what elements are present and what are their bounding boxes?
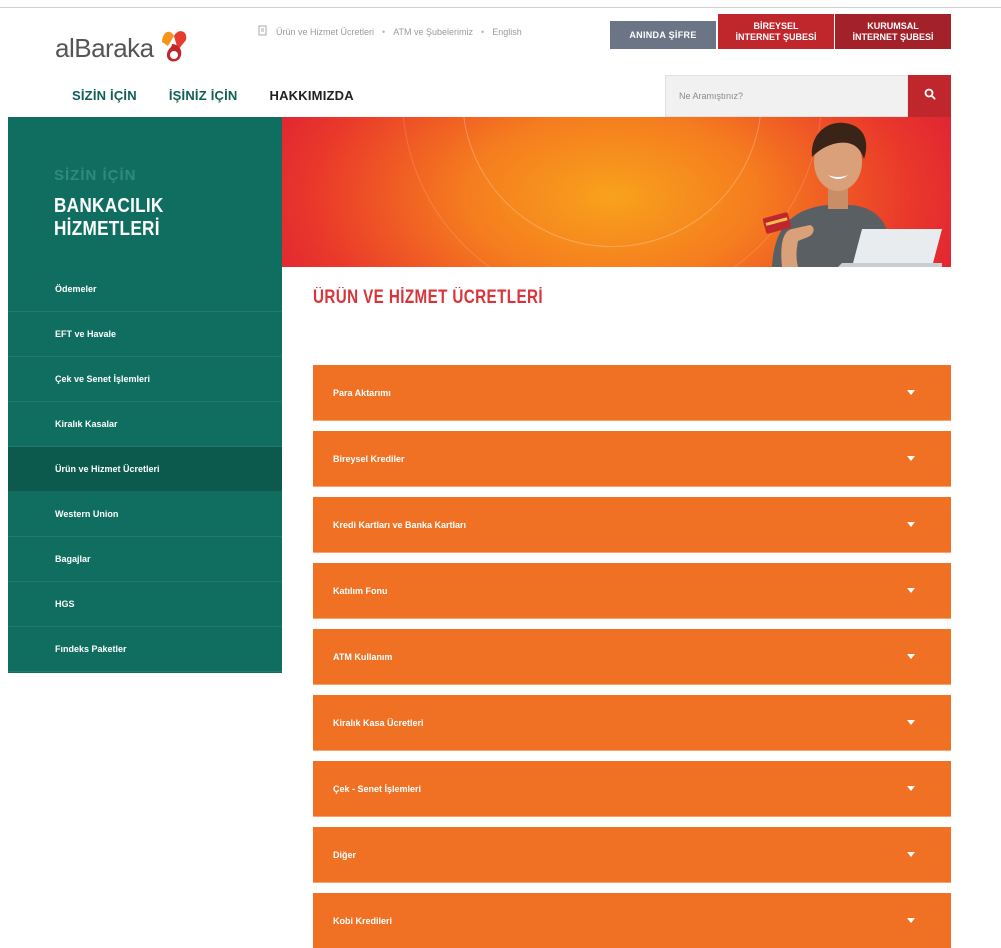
chevron-down-icon: [907, 786, 915, 791]
chevron-down-icon: [907, 654, 915, 659]
chevron-down-icon: [907, 588, 915, 593]
logo-mark-icon: [156, 26, 190, 66]
separator: •: [382, 26, 386, 37]
link-atm-subeler[interactable]: ATM ve Şubelerimiz: [393, 27, 473, 37]
sidebar-item-cek-senet[interactable]: Çek ve Senet İşlemleri: [8, 357, 282, 402]
nav-isiniz-icin[interactable]: İŞİNİZ İÇİN: [169, 88, 238, 103]
accordion-label: Diğer: [333, 849, 357, 860]
nav-hakkimizda[interactable]: HAKKIMIZDA: [270, 88, 354, 103]
accordion-item[interactable]: Çek - Senet İşlemleri: [313, 761, 951, 817]
sidebar-item-findeks-paketler[interactable]: Fındeks Paketler: [8, 627, 282, 672]
search-input[interactable]: [666, 76, 907, 116]
chevron-down-icon: [907, 522, 915, 527]
accordion-label: Kobi Kredileri: [333, 915, 393, 926]
accordion-item[interactable]: Diğer: [313, 827, 951, 883]
link-english[interactable]: English: [492, 27, 522, 37]
search-icon: [924, 87, 936, 105]
sidebar-item-bagajlar[interactable]: Bagajlar: [8, 537, 282, 582]
hero-title: BANKACILIK HİZMETLERİ: [54, 195, 164, 240]
chevron-down-icon: [907, 918, 915, 923]
accordion-item[interactable]: Kobi Kredileri: [313, 893, 951, 948]
logo-wordmark: alBaraka: [55, 33, 154, 63]
sidebar-item-odemeler[interactable]: Ödemeler: [8, 267, 282, 312]
sidebar-item-eft-havale[interactable]: EFT ve Havale: [8, 312, 282, 357]
top-rule: [0, 0, 1001, 8]
link-urun-hizmet-ucretleri[interactable]: Ürün ve Hizmet Ücretleri: [276, 27, 374, 37]
kurumsal-label-2: İNTERNET ŞUBESİ: [852, 31, 934, 42]
bireysel-internet-subesi-button[interactable]: BİREYSEL İNTERNET ŞUBESİ: [718, 14, 834, 49]
accordion-label: Kredi Kartları ve Banka Kartları: [333, 519, 467, 530]
kurumsal-internet-subesi-button[interactable]: KURUMSAL İNTERNET ŞUBESİ: [835, 14, 951, 49]
bireysel-label-2: İNTERNET ŞUBESİ: [735, 31, 817, 42]
albaraka-logo[interactable]: alBaraka: [55, 22, 190, 66]
accordion-label: Para Aktarımı: [333, 387, 391, 398]
accordion-label: ATM Kullanım: [333, 651, 393, 662]
page-title: ÜRÜN VE HİZMET ÜCRETLERİ: [313, 287, 543, 308]
main-nav: SİZİN İÇİN İŞİNİZ İÇİN HAKKIMIZDA: [72, 88, 386, 103]
document-icon: [258, 25, 268, 38]
sidebar-menu: Ödemeler EFT ve Havale Çek ve Senet İşle…: [8, 267, 282, 673]
chevron-down-icon: [907, 852, 915, 857]
accordion-item[interactable]: ATM Kullanım: [313, 629, 951, 685]
aninda-sifre-button[interactable]: ANINDA ŞİFRE: [610, 21, 716, 49]
bireysel-label-1: BİREYSEL: [753, 20, 799, 31]
chevron-down-icon: [907, 720, 915, 725]
person-with-laptop-illustration: [762, 122, 942, 267]
accordion-label: Bireysel Krediler: [333, 453, 405, 464]
search-box: [665, 75, 908, 117]
accordion-item[interactable]: Kiralık Kasa Ücretleri: [313, 695, 951, 751]
accordion-item[interactable]: Katılım Fonu: [313, 563, 951, 619]
accordion-item[interactable]: Bireysel Krediler: [313, 431, 951, 487]
top-links: Ürün ve Hizmet Ücretleri • ATM ve Şubele…: [258, 25, 522, 38]
sidebar-item-hgs[interactable]: HGS: [8, 582, 282, 627]
accordion-item[interactable]: Para Aktarımı: [313, 365, 951, 421]
hero-kicker: SİZİN İÇİN: [54, 167, 137, 184]
accordion-label: Çek - Senet İşlemleri: [333, 783, 422, 794]
hero-banner-image: [282, 117, 951, 267]
accordion-item[interactable]: Kredi Kartları ve Banka Kartları: [313, 497, 951, 553]
chevron-down-icon: [907, 390, 915, 395]
accordion-label: Kiralık Kasa Ücretleri: [333, 717, 424, 728]
nav-sizin-icin[interactable]: SİZİN İÇİN: [72, 88, 137, 103]
chevron-down-icon: [907, 456, 915, 461]
hero-title-panel: SİZİN İÇİN BANKACILIK HİZMETLERİ: [8, 117, 282, 267]
sidebar-item-western-union[interactable]: Western Union: [8, 492, 282, 537]
separator: •: [481, 26, 485, 37]
accordion-label: Katılım Fonu: [333, 585, 388, 596]
sidebar-item-urun-hizmet-ucretleri[interactable]: Ürün ve Hizmet Ücretleri: [8, 447, 282, 492]
kurumsal-label-1: KURUMSAL: [867, 20, 919, 31]
sidebar-item-kiralik-kasalar[interactable]: Kiralık Kasalar: [8, 402, 282, 447]
search-button[interactable]: [908, 75, 951, 117]
